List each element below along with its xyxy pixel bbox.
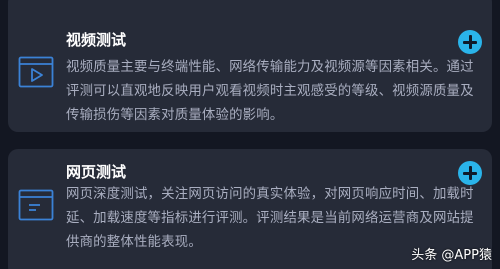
web-test-title: 网页测试 xyxy=(66,163,127,181)
test-list-screen: 视频测试 视频质量主要与终端性能、网络传输能力及视频源等因素相关。通过评测可以直… xyxy=(0,0,500,269)
video-test-title: 视频测试 xyxy=(66,31,127,49)
video-test-add-button[interactable] xyxy=(458,30,482,54)
video-test-description: 视频质量主要与终端性能、网络传输能力及视频源等因素相关。通过评测可以直观地反映用… xyxy=(66,60,474,123)
webpage-icon xyxy=(18,189,54,221)
watermark: 头条 @APP猿 xyxy=(411,248,492,263)
video-play-icon xyxy=(18,56,54,88)
web-test-add-button[interactable] xyxy=(458,161,482,185)
video-test-card[interactable]: 视频测试 视频质量主要与终端性能、网络传输能力及视频源等因素相关。通过评测可以直… xyxy=(8,0,492,132)
